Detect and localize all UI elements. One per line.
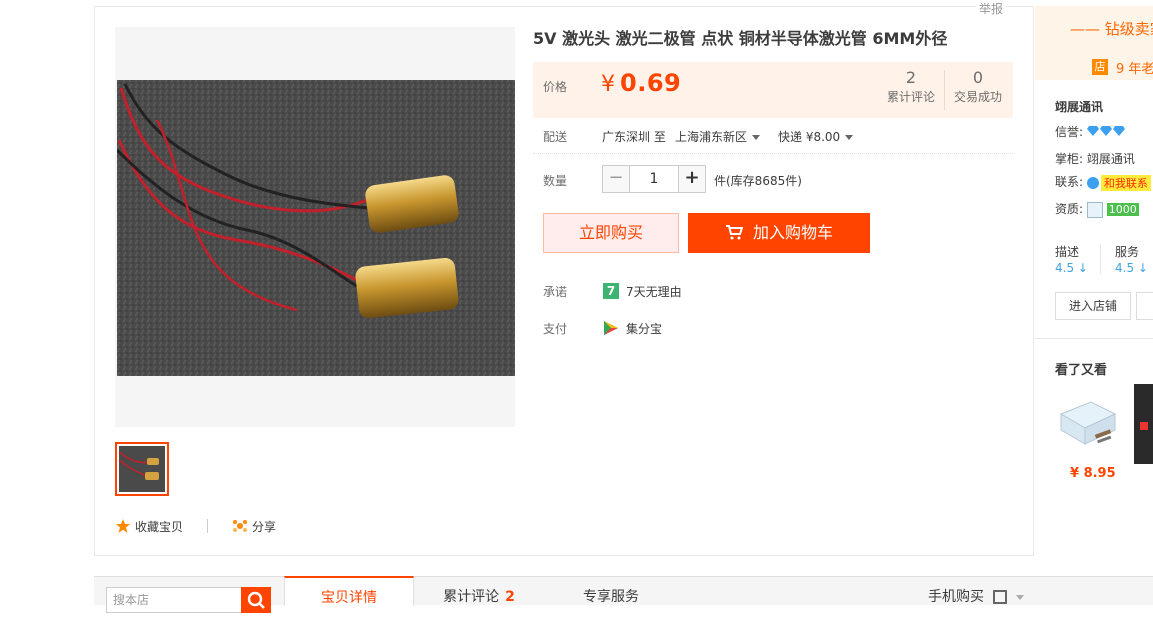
deposit-badge: 1000 xyxy=(1106,203,1139,216)
tab-reviews-label: 累计评论 xyxy=(443,589,500,605)
gallery-actions: 收藏宝贝 分享 xyxy=(115,516,276,536)
tab-service[interactable]: 专享服务 xyxy=(546,577,676,605)
tab-mobile-buy[interactable]: 手机购买 xyxy=(916,577,1036,605)
sales-label: 交易成功 xyxy=(953,90,1002,104)
quantity-stepper: − 1 + xyxy=(602,165,706,193)
shipping-label: 配送 xyxy=(543,130,568,144)
quantity-increase-button[interactable]: + xyxy=(678,165,706,193)
promise-label: 承诺 xyxy=(543,285,568,299)
favorite-button[interactable]: 收藏宝贝 xyxy=(115,518,183,535)
share-icon xyxy=(233,520,248,532)
thumbnail-1[interactable] xyxy=(115,442,169,496)
shop-search-input[interactable]: 搜本店 xyxy=(106,587,242,613)
chat-button[interactable]: 和我联系 xyxy=(1100,174,1151,191)
wangwang-icon xyxy=(1086,176,1099,189)
report-link[interactable]: 举报 xyxy=(976,0,1006,16)
buy-now-button[interactable]: 立即购买 xyxy=(543,213,679,253)
recommended-item-image-2[interactable] xyxy=(1134,384,1153,464)
add-to-cart-label: 加入购物车 xyxy=(752,223,833,242)
quantity-input[interactable]: 1 xyxy=(630,165,678,193)
diamond-icon xyxy=(1086,126,1099,136)
led-display-icon xyxy=(1140,422,1148,430)
shop-qualification: 资质: 1000 xyxy=(1055,200,1139,218)
price-label: 价格 xyxy=(543,80,568,94)
reviews-label: 累计评论 xyxy=(886,90,935,104)
sales-stat: 0 交易成功 xyxy=(948,68,1008,106)
shop-secondary-button[interactable] xyxy=(1136,292,1153,320)
star-icon xyxy=(116,519,130,533)
search-icon xyxy=(247,591,265,609)
qr-code-icon xyxy=(992,590,1007,604)
arrow-down-icon: ↓ xyxy=(1137,261,1148,275)
sales-count: 0 xyxy=(972,68,984,87)
diamond-icon xyxy=(1112,126,1125,136)
diamond-icon xyxy=(1099,126,1112,136)
ship-method-selector[interactable]: 快递 ¥8.00 xyxy=(778,128,854,145)
chevron-down-icon xyxy=(845,135,854,140)
ship-method-value: 快递 ¥8.00 xyxy=(778,130,841,144)
action-divider xyxy=(207,519,209,533)
credit-label: 信誉: xyxy=(1055,125,1084,139)
shop-level-title: —— 钻级卖家 xyxy=(1070,20,1153,38)
shop-badge-icon: 店 xyxy=(1092,59,1108,75)
shop-search-button[interactable] xyxy=(241,587,271,613)
shop-years: 9 年老店 xyxy=(1116,62,1153,77)
reviews-stat[interactable]: 2 累计评论 xyxy=(881,68,941,106)
shop-credit: 信誉: xyxy=(1055,123,1126,140)
tab-details[interactable]: 宝贝详情 xyxy=(284,576,414,606)
arrow-down-icon: ↓ xyxy=(1077,261,1088,275)
seven-day-return-icon: 7 xyxy=(603,283,619,299)
tab-mobile-label: 手机购买 xyxy=(928,589,985,605)
keeper-label: 掌柜: xyxy=(1055,152,1084,166)
ship-to-value: 上海浦东新区 xyxy=(675,130,748,144)
recommended-item-price: ¥ 8.95 xyxy=(1070,466,1116,481)
quantity-label: 数量 xyxy=(543,174,568,188)
stat-divider xyxy=(944,70,945,110)
price-value: 0.69 xyxy=(620,69,682,97)
share-button[interactable]: 分享 xyxy=(232,518,276,535)
rate-service-label: 服务 xyxy=(1115,245,1140,259)
chevron-down-icon xyxy=(752,135,761,140)
tab-reviews[interactable]: 累计评论 2 xyxy=(414,577,544,605)
also-viewed-title: 看了又看 xyxy=(1055,363,1108,378)
product-title: 5V 激光头 激光二极管 点状 铜材半导体激光管 6MM外径 xyxy=(533,29,948,48)
tab-reviews-count: 2 xyxy=(505,589,515,605)
shop-contact: 联系: 和我联系 xyxy=(1055,173,1151,191)
share-label: 分享 xyxy=(252,519,277,534)
rate-desc: 4.5 ↓ xyxy=(1055,261,1088,275)
price-symbol: ¥ xyxy=(601,72,615,97)
id-card-icon xyxy=(1086,201,1103,218)
keeper-value[interactable]: 翊展通讯 xyxy=(1087,152,1135,166)
recommended-item-image[interactable] xyxy=(1055,392,1119,456)
rate-service-value: 4.5 xyxy=(1115,261,1135,275)
qual-label: 资质: xyxy=(1055,202,1084,216)
quantity-decrease-button[interactable]: − xyxy=(602,165,630,193)
divider-line xyxy=(533,153,1013,154)
jifenbao-icon xyxy=(603,320,619,339)
rate-desc-value: 4.5 xyxy=(1055,261,1075,275)
cart-icon xyxy=(725,225,744,240)
contact-label: 联系: xyxy=(1055,175,1084,189)
product-main-image[interactable] xyxy=(115,80,515,376)
ship-to-selector[interactable]: 上海浦东新区 xyxy=(675,128,761,145)
enter-shop-button[interactable]: 进入店铺 xyxy=(1055,292,1131,320)
rate-service: 4.5 ↓ xyxy=(1115,261,1148,275)
shop-name[interactable]: 翊展通讯 xyxy=(1055,98,1103,115)
favorite-label: 收藏宝贝 xyxy=(135,519,184,534)
shop-keeper: 掌柜: 翊展通讯 xyxy=(1055,150,1135,167)
ship-from: 广东深圳 至 xyxy=(602,130,666,144)
payment-text[interactable]: 集分宝 xyxy=(626,320,662,337)
rate-desc-label: 描述 xyxy=(1055,245,1080,259)
stock-text: 件(库存8685件) xyxy=(714,174,802,188)
panel-divider xyxy=(1035,338,1153,339)
reviews-count: 2 xyxy=(905,68,917,87)
add-to-cart-button[interactable]: 加入购物车 xyxy=(688,213,870,253)
chevron-down-icon xyxy=(1015,594,1024,600)
rate-divider xyxy=(1100,244,1101,274)
payment-label: 支付 xyxy=(543,322,568,336)
promise-text[interactable]: 7天无理由 xyxy=(626,283,682,300)
